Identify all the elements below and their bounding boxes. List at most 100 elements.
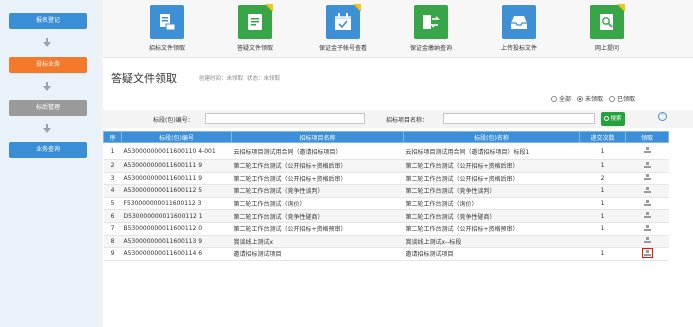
- project-name-cell: 第二轮工作台测试（询价）: [231, 197, 404, 211]
- download-icon[interactable]: [643, 186, 651, 193]
- toolbar-label: 招标文件领取: [148, 45, 185, 52]
- collapse-icon[interactable]: ⌃: [658, 112, 667, 121]
- tender-document-icon: [150, 5, 184, 39]
- project-name-cell: 第二轮工作台测试（公开招标+资格后审）: [231, 159, 404, 173]
- toolbar-label: 答疑文件领取: [236, 45, 273, 52]
- project-name-cell: 邀请招标测试项目: [231, 247, 404, 261]
- table-row: 2 A530000000011600111 9 第二轮工作台测试（公开招标+资格…: [103, 159, 669, 173]
- claim-cell: [625, 197, 669, 211]
- submit-count-cell: 1: [579, 142, 626, 160]
- column-header: 递交次数: [579, 131, 626, 143]
- search-button[interactable]: 搜索: [601, 112, 625, 126]
- deposit-calendar-icon: [326, 4, 361, 39]
- sidebar-item-query[interactable]: 业务查询: [9, 142, 87, 158]
- toolbar-label: 保证金缴纳查询: [409, 45, 452, 52]
- download-icon[interactable]: [643, 237, 651, 244]
- filter-claimed-radio[interactable]: 已领取: [609, 94, 635, 103]
- new-badge-icon: [617, 4, 625, 12]
- function-toolbar: 招标文件领取 答疑文件领取 保证金子帐号查看 保证金缴纳查询 上传投标文件 网上…: [103, 0, 693, 58]
- download-icon[interactable]: [643, 147, 651, 153]
- section-code-cell: A530000000011600111 9: [121, 159, 232, 173]
- table-header-row: 序 标段(包)编号 招标项目名称 标段(包)名称 递交次数 领取: [103, 131, 669, 143]
- filter-label: 已领取: [617, 96, 636, 103]
- sidebar-item-post-bid[interactable]: 标后管理: [9, 100, 87, 116]
- filter-all-radio[interactable]: 全部: [551, 94, 571, 103]
- section-code-cell: A530000000011600114 6: [121, 247, 232, 261]
- column-header: 招标项目名称: [231, 131, 404, 143]
- radio-dot-icon: [551, 95, 557, 102]
- section-code-cell: A530000000011600112 5: [121, 184, 232, 198]
- toolbar-qa-document[interactable]: 答疑文件领取: [213, 4, 297, 53]
- left-sidebar: 报名登记 投标业务 标后管理 业务查询: [0, 0, 100, 327]
- row-number: 1: [103, 142, 122, 160]
- project-name-cell: 第二轮工作台测试（竞争性磋商）: [231, 209, 404, 223]
- download-icon[interactable]: [643, 174, 651, 181]
- flow-arrow-icon: [43, 82, 51, 91]
- upload-inbox-icon: [502, 5, 536, 39]
- status-filter: 全部 未领取 已领取: [551, 94, 635, 103]
- toolbar-deposit-query[interactable]: 保证金缴纳查询: [389, 5, 473, 53]
- toolbar-online-question[interactable]: 网上提问: [565, 4, 649, 53]
- toolbar-tender-document[interactable]: 招标文件领取: [125, 5, 209, 53]
- table-row: 3 A530000000011600111 9 第二轮工作台测试（公开招标+资格…: [103, 172, 669, 186]
- toolbar-label: 上传投标文件: [500, 45, 537, 52]
- submit-count-cell: 1: [579, 247, 626, 261]
- section-code-cell: D530000000011600112 1: [121, 209, 232, 223]
- deposit-transfer-icon: [414, 5, 448, 39]
- filter-label: 未领取: [585, 96, 604, 103]
- search-button-label: 搜索: [610, 116, 622, 122]
- filter-unclaimed-radio[interactable]: 未领取: [577, 94, 603, 103]
- search-bar: 标段(包)编号： 招标项目名称： 搜索 ⌃: [103, 110, 693, 128]
- section-name-cell: 云招标项目测试用合同（邀请招标项目）标段1: [403, 142, 580, 160]
- search-icon: [604, 116, 610, 121]
- toolbar-deposit-account[interactable]: 保证金子帐号查看: [301, 4, 385, 53]
- main-panel: 招标文件领取 答疑文件领取 保证金子帐号查看 保证金缴纳查询 上传投标文件 网上…: [103, 0, 693, 327]
- created-time-text: 创建时间：未领取: [199, 76, 244, 82]
- submit-count-cell: 1: [579, 222, 626, 236]
- page-title: 答疑文件领取: [111, 72, 177, 85]
- status-text: 状态：未领取: [247, 76, 281, 82]
- download-icon[interactable]: [643, 212, 651, 219]
- submit-count-cell: [579, 235, 626, 249]
- radio-dot-icon: [609, 95, 616, 102]
- row-number: 6: [103, 209, 122, 223]
- project-name-cell: 云招标项目测试用合同（邀请招标项目）: [231, 142, 404, 160]
- section-code-input[interactable]: [205, 113, 365, 124]
- new-badge-icon: [353, 4, 361, 12]
- project-name-cell: 第二轮工作台测试（竞争性谈判）: [231, 184, 404, 198]
- section-name-cell: 第二轮工作台测试（公开招标+资格后审）: [403, 159, 580, 173]
- row-number: 2: [103, 159, 122, 173]
- sidebar-item-registration[interactable]: 报名登记: [9, 13, 87, 29]
- section-name-cell: 第二轮工作台测试（询价）: [403, 197, 580, 211]
- section-code-cell: A530000000011600111 9: [121, 172, 232, 186]
- download-icon[interactable]: [643, 161, 651, 168]
- project-name-cell: 賞谈线上测试x: [231, 235, 404, 249]
- toolbar-label: 保证金子帐号查看: [318, 45, 367, 52]
- submit-count-cell: 1: [579, 209, 626, 223]
- flow-arrow-icon: [43, 38, 51, 47]
- online-question-icon: [590, 4, 625, 39]
- submit-count-cell: 1: [579, 159, 626, 173]
- download-icon[interactable]: [643, 224, 651, 231]
- radio-dot-icon: [577, 95, 584, 102]
- column-header: 标段(包)编号: [121, 131, 232, 143]
- filter-label: 全部: [559, 96, 572, 103]
- submit-count-cell: 2: [579, 172, 626, 186]
- row-number: 4: [103, 184, 122, 198]
- sidebar-item-bidding[interactable]: 投标业务: [9, 57, 87, 73]
- table-row: 5 F530000000011600112 3 第二轮工作台测试（询价） 第二轮…: [103, 197, 669, 211]
- document-table: 序 标段(包)编号 招标项目名称 标段(包)名称 递交次数 领取 1 A5300…: [103, 131, 669, 261]
- download-icon[interactable]: [643, 199, 651, 206]
- row-number: 8: [103, 235, 122, 249]
- column-header: 领取: [625, 131, 669, 143]
- submit-count-cell: 1: [579, 197, 626, 211]
- project-name-input[interactable]: [443, 113, 595, 124]
- submit-count-cell: 1: [579, 184, 626, 198]
- claim-cell: [625, 222, 669, 236]
- section-code-cell: A530000000011600113 9: [121, 235, 232, 249]
- project-name-label: 招标项目名称：: [386, 117, 429, 124]
- row-number: 5: [103, 197, 122, 211]
- toolbar-upload-bid[interactable]: 上传投标文件: [477, 5, 561, 53]
- download-icon[interactable]: [641, 247, 653, 258]
- table-row: 8 A530000000011600113 9 賞谈线上测试x 賞谈线上测试x-…: [103, 235, 669, 249]
